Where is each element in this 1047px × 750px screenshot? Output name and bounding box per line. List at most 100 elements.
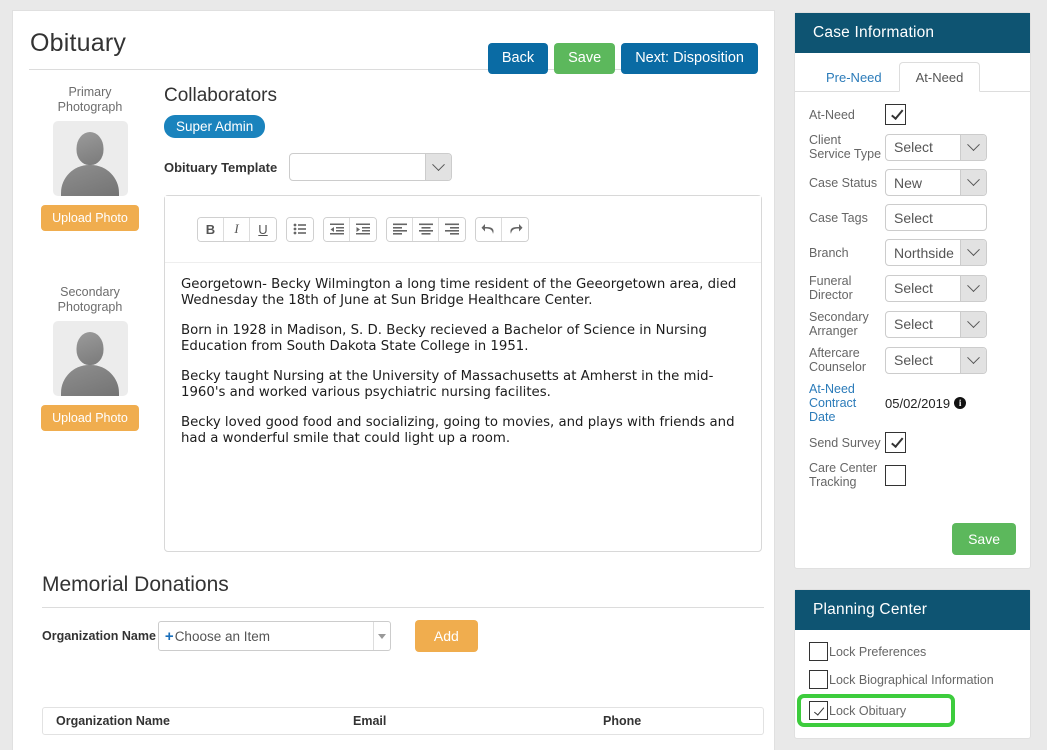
tab-at-need[interactable]: At-Need <box>898 62 981 92</box>
italic-icon[interactable]: I <box>224 217 250 241</box>
lock-obituary-checkbox[interactable] <box>809 701 828 720</box>
donations-table-header: Organization Name Email Phone <box>42 707 764 735</box>
client-service-type-value: Select <box>894 139 933 155</box>
history-group <box>475 216 529 242</box>
undo-icon[interactable] <box>476 217 502 241</box>
case-information-panel: Case Information Pre-Need At-Need At-Nee… <box>794 12 1031 569</box>
field-label-care-center-tracking: Care Center Tracking <box>809 461 878 489</box>
align-center-icon[interactable] <box>413 217 439 241</box>
list-group <box>286 216 314 242</box>
primary-photograph-label-line2: Photograph <box>57 100 123 114</box>
next-disposition-button[interactable]: Next: Disposition <box>621 43 758 74</box>
align-right-icon[interactable] <box>439 217 465 241</box>
lock-biographical-information-checkbox[interactable] <box>809 670 828 689</box>
case-status-select[interactable]: New <box>885 169 987 196</box>
aftercare-counselor-select[interactable]: Select <box>885 346 987 374</box>
chevron-down-icon <box>960 347 986 373</box>
field-secondary-arranger: Secondary Arranger Select <box>795 310 1030 338</box>
field-funeral-director: Funeral Director Select <box>795 274 1030 302</box>
field-case-tags: Case Tags Select <box>795 204 1030 231</box>
field-case-status: Case Status New <box>795 169 1030 196</box>
memorial-donations-heading: Memorial Donations <box>42 573 229 596</box>
upload-primary-photo-button[interactable]: Upload Photo <box>41 205 139 231</box>
field-label-branch: Branch <box>809 245 849 260</box>
field-branch: Branch Northside <box>795 239 1030 266</box>
add-donation-button[interactable]: Add <box>414 620 478 652</box>
upload-secondary-photo-button[interactable]: Upload Photo <box>41 405 139 431</box>
planning-center-header: Planning Center <box>795 590 1030 630</box>
lock-preferences-checkbox[interactable] <box>809 642 828 661</box>
obituary-template-row: Obituary Template <box>164 153 764 181</box>
secondary-arranger-select[interactable]: Select <box>885 310 987 338</box>
obituary-editor: B I U Georgetown- Becky Wilmington a lon… <box>164 195 762 552</box>
field-label-send-survey: Send Survey <box>809 435 881 450</box>
person-silhouette-body-icon <box>61 165 119 196</box>
collaborator-badge-super-admin[interactable]: Super Admin <box>164 115 266 138</box>
collaborators-heading: Collaborators <box>164 85 277 106</box>
organization-name-select[interactable]: + Choose an Item <box>157 621 391 651</box>
planning-center-panel: Planning Center Lock Preferences Lock Bi… <box>794 589 1031 739</box>
lock-obituary-row[interactable]: Lock Obituary <box>797 694 955 727</box>
field-label-aftercare-counselor: Aftercare Counselor <box>809 346 866 374</box>
primary-photo-placeholder[interactable] <box>52 121 128 196</box>
bullet-list-icon[interactable] <box>287 217 313 241</box>
check-icon <box>890 106 903 120</box>
send-survey-checkbox[interactable] <box>885 432 906 453</box>
outdent-icon[interactable] <box>324 217 350 241</box>
underline-icon[interactable]: U <box>250 217 276 241</box>
obituary-text-area[interactable]: Georgetown- Becky Wilmington a long time… <box>165 263 761 475</box>
field-aftercare-counselor: Aftercare Counselor Select <box>795 346 1030 374</box>
case-information-header: Case Information <box>795 13 1030 53</box>
field-label-client-service-type: Client Service Type <box>809 133 882 161</box>
funeral-director-select[interactable]: Select <box>885 274 987 302</box>
memorial-donations-section: Memorial Donations Organization Name + C… <box>42 573 764 735</box>
align-group <box>386 216 466 242</box>
text-style-group: B I U <box>197 216 277 242</box>
plus-icon: + <box>164 627 174 645</box>
field-send-survey: Send Survey <box>795 432 1030 453</box>
save-button[interactable]: Save <box>554 43 616 74</box>
field-label-funeral-director: Funeral Director <box>809 274 853 302</box>
field-client-service-type: Client Service Type Select <box>795 133 1030 161</box>
case-information-save-button[interactable]: Save <box>952 523 1016 555</box>
client-service-type-select[interactable]: Select <box>885 133 987 161</box>
obituary-paragraph: Becky taught Nursing at the University o… <box>181 369 714 400</box>
funeral-director-value: Select <box>894 280 933 296</box>
info-icon[interactable]: i <box>954 397 967 409</box>
chevron-down-icon <box>425 154 452 180</box>
back-button[interactable]: Back <box>487 43 549 74</box>
case-tags-value: Select <box>894 209 933 226</box>
organization-name-label: Organization Name <box>42 629 156 643</box>
person-silhouette-icon <box>76 332 104 365</box>
case-tags-input[interactable]: Select <box>885 204 987 231</box>
secondary-arranger-value: Select <box>894 316 933 332</box>
secondary-photo-placeholder[interactable] <box>52 321 128 396</box>
add-donation-row: Organization Name + Choose an Item Add <box>42 620 764 652</box>
app-page: Obituary Back Save Next: Disposition Pri… <box>0 0 1047 750</box>
field-label-at-need-contract-date[interactable]: At-Need Contract Date <box>809 382 885 424</box>
align-left-icon[interactable] <box>387 217 413 241</box>
bold-icon[interactable]: B <box>198 217 224 241</box>
tab-pre-need[interactable]: Pre-Need <box>809 62 899 92</box>
obituary-template-label: Obituary Template <box>164 159 278 175</box>
indent-group <box>323 216 377 242</box>
branch-select[interactable]: Northside <box>885 239 987 266</box>
lock-preferences-row: Lock Preferences <box>809 642 1030 661</box>
obituary-paragraph: Georgetown- Becky Wilmington a long time… <box>181 277 737 308</box>
field-label-secondary-arranger: Secondary Arranger <box>809 310 869 338</box>
redo-icon[interactable] <box>502 217 528 241</box>
column-header-email: Email <box>353 714 387 728</box>
memorial-donations-divider <box>42 607 764 608</box>
chevron-down-icon <box>960 275 986 301</box>
obituary-paragraph: Becky loved good food and socializing, g… <box>181 415 735 446</box>
at-need-checkbox[interactable] <box>885 104 906 125</box>
obituary-template-select[interactable] <box>289 153 453 181</box>
lock-biographical-information-label: Lock Biographical Information <box>829 672 994 687</box>
check-icon <box>890 434 903 448</box>
field-at-need: At-Need <box>795 104 1030 125</box>
lock-obituary-label: Lock Obituary <box>829 703 907 718</box>
secondary-photograph-label: Secondary Photograph <box>29 285 151 315</box>
indent-icon[interactable] <box>350 217 376 241</box>
editor-toolbar: B I U <box>165 196 761 263</box>
care-center-tracking-checkbox[interactable] <box>885 464 906 486</box>
